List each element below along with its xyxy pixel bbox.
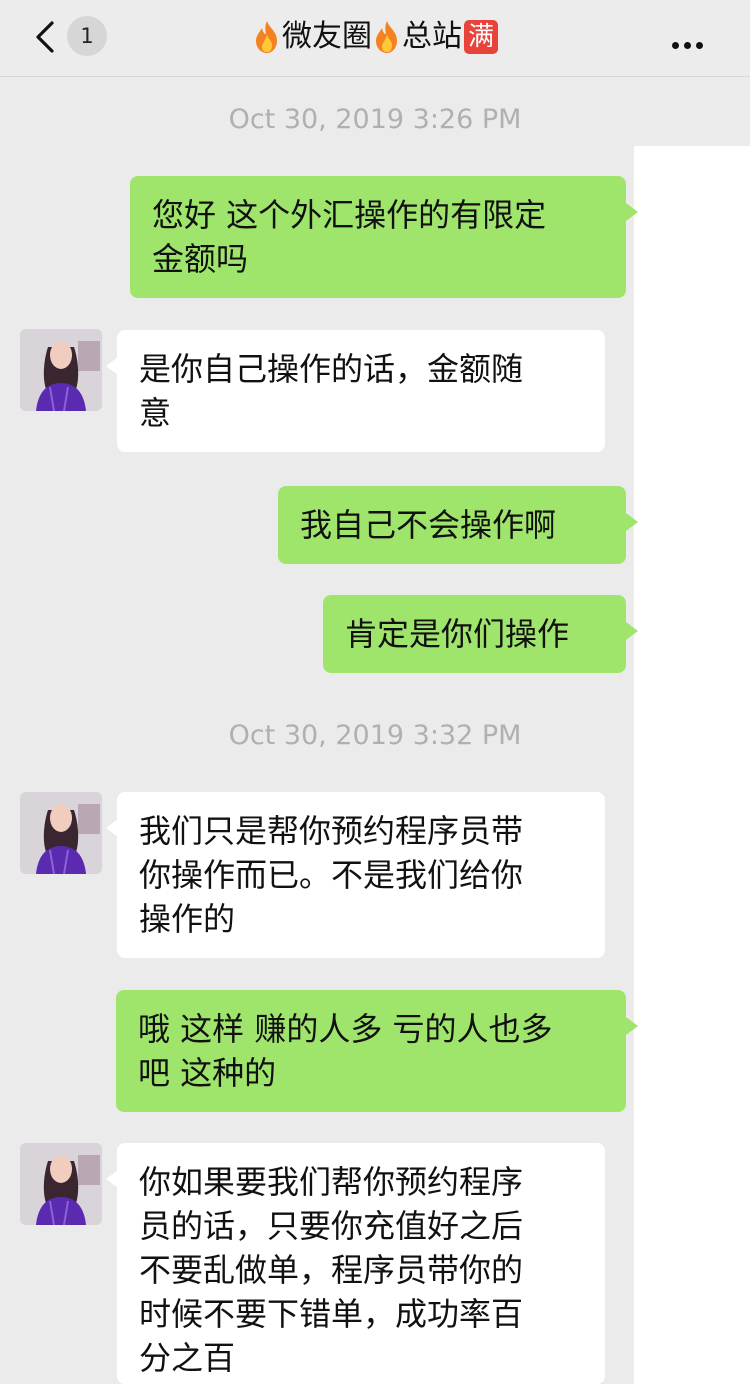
nav-bar: 1 微友圈 总站 满 [0, 0, 750, 77]
back-unread-count[interactable]: 1 [67, 16, 107, 56]
sent-message-bubble[interactable]: 我自己不会操作啊 [278, 486, 626, 564]
bubble-tail [106, 1170, 118, 1188]
sent-message-bubble[interactable]: 肯定是你们操作 [323, 595, 626, 673]
timestamp: Oct 30, 2019 3:26 PM [228, 104, 522, 135]
received-message-bubble[interactable]: 我们只是帮你预约程序员带 你操作而已。不是我们给你 操作的 [117, 792, 605, 958]
fire-icon [376, 21, 397, 53]
avatar[interactable] [20, 329, 102, 411]
more-dots-icon[interactable] [672, 34, 712, 49]
bubble-tail [106, 357, 118, 375]
dot [696, 42, 703, 49]
avatar[interactable] [20, 1143, 102, 1225]
bubble-tail [106, 819, 118, 837]
avatar[interactable] [20, 792, 102, 874]
sent-message-bubble[interactable]: 哦 这样 赚的人多 亏的人也多 吧 这种的 [116, 990, 626, 1112]
chat-title-suffix: 总站 [402, 19, 462, 54]
received-message-bubble[interactable]: 是你自己操作的话，金额随 意 [117, 330, 605, 452]
chat-screen: 1 微友圈 总站 满 Oct 30, 2019 3:26 PM 您好 这个外汇操… [0, 0, 750, 1384]
full-badge: 满 [464, 20, 498, 54]
bubble-tail [626, 622, 638, 640]
sent-message-bubble[interactable]: 您好 这个外汇操作的有限定 金额吗 [130, 176, 626, 298]
dot [684, 42, 691, 49]
chevron-left-icon[interactable] [30, 20, 64, 54]
received-message-bubble[interactable]: 你如果要我们帮你预约程序 员的话，只要你充值好之后 不要乱做单，程序员带你的 时… [117, 1143, 605, 1384]
bubble-tail [626, 1017, 638, 1035]
chat-title-text: 微友圈 [282, 19, 372, 54]
timestamp: Oct 30, 2019 3:32 PM [228, 720, 522, 751]
bubble-tail [626, 203, 638, 221]
dot [672, 42, 679, 49]
chat-title: 微友圈 总站 满 [190, 14, 560, 60]
bubble-tail [626, 513, 638, 531]
fire-icon [256, 21, 277, 53]
